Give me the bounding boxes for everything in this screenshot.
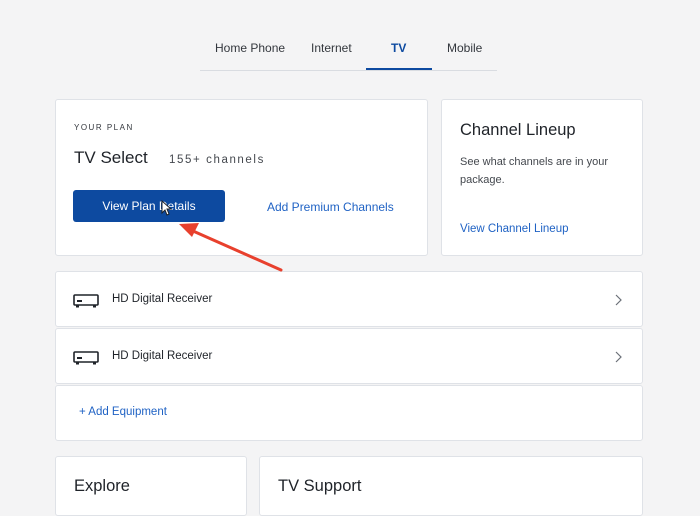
- view-plan-details-button[interactable]: View Plan Details: [73, 190, 225, 222]
- plan-name: TV Select: [74, 148, 148, 167]
- explore-card: Explore: [55, 456, 247, 516]
- equipment-label: HD Digital Receiver: [112, 350, 213, 362]
- product-tabs: Home Phone Internet TV Mobile: [200, 30, 497, 71]
- your-plan-card: YOUR PLAN TV Select 155+ channels View P…: [55, 99, 428, 256]
- chevron-right-icon[interactable]: [613, 350, 623, 364]
- tab-home-phone[interactable]: Home Phone: [215, 41, 285, 55]
- equipment-label: HD Digital Receiver: [112, 293, 213, 305]
- channel-lineup-description: See what channels are in your package.: [460, 156, 608, 186]
- plan-eyebrow: YOUR PLAN: [74, 123, 134, 132]
- view-channel-lineup-link[interactable]: View Channel Lineup: [460, 223, 568, 235]
- chevron-right-icon[interactable]: [613, 293, 623, 307]
- receiver-icon: [73, 294, 99, 308]
- tab-internet[interactable]: Internet: [311, 41, 352, 55]
- channel-lineup-title: Channel Lineup: [460, 121, 576, 139]
- mouse-cursor-icon: [161, 200, 172, 216]
- add-equipment-link[interactable]: + Add Equipment: [79, 406, 167, 418]
- tab-mobile[interactable]: Mobile: [447, 41, 482, 55]
- tv-support-card: TV Support: [259, 456, 643, 516]
- add-equipment-card: + Add Equipment: [55, 385, 643, 441]
- receiver-icon: [73, 351, 99, 365]
- add-premium-channels-link[interactable]: Add Premium Channels: [267, 200, 394, 214]
- channel-lineup-card: Channel Lineup See what channels are in …: [441, 99, 643, 256]
- tv-support-title: TV Support: [278, 477, 362, 495]
- equipment-row[interactable]: HD Digital Receiver: [55, 328, 643, 384]
- active-tab-indicator: [366, 68, 432, 70]
- plan-channel-count: 155+ channels: [169, 154, 265, 166]
- tab-tv[interactable]: TV: [391, 41, 406, 55]
- explore-title: Explore: [74, 477, 130, 495]
- equipment-row[interactable]: HD Digital Receiver: [55, 271, 643, 327]
